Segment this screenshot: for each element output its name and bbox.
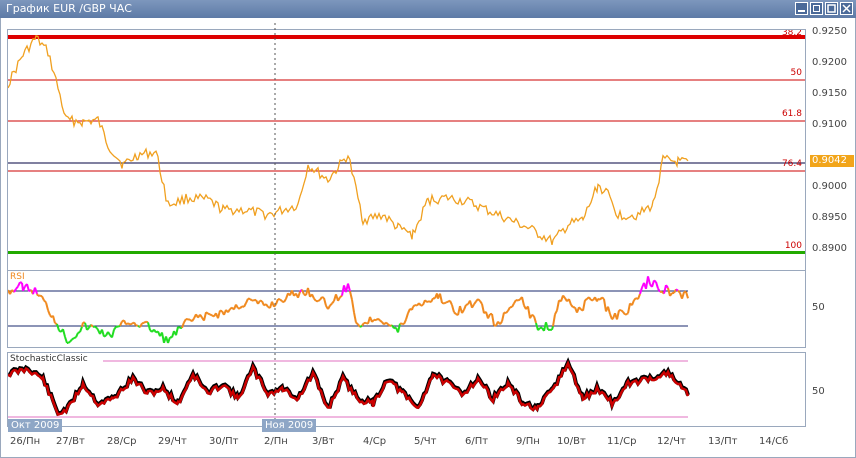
month-label-nov: Ноя 2009: [262, 419, 317, 432]
day-tick: 5/Чт: [414, 436, 437, 447]
day-tick: 29/Чт: [158, 436, 187, 447]
day-tick: 14/Сб: [759, 436, 789, 447]
day-tick: 30/Пт: [209, 436, 239, 447]
day-tick: 13/Пт: [708, 436, 738, 447]
month-label-oct: Окт 2009: [8, 419, 63, 432]
day-tick: 10/Вт: [557, 436, 586, 447]
day-tick: 26/Пн: [10, 436, 41, 447]
day-tick: 4/Ср: [363, 436, 387, 447]
day-tick: 12/Чт: [657, 436, 686, 447]
time-axis: 26/Пн 27/Вт 28/Ср 29/Чт 30/Пт 2/Пн 3/Вт …: [0, 436, 856, 458]
day-tick: 11/Ср: [607, 436, 637, 447]
day-tick: 9/Пн: [516, 436, 540, 447]
day-tick: 6/Пт: [465, 436, 489, 447]
day-tick: 3/Вт: [312, 436, 335, 447]
day-tick: 2/Пн: [264, 436, 288, 447]
day-tick: 27/Вт: [56, 436, 85, 447]
period-separator: [274, 23, 276, 432]
day-tick: 28/Ср: [107, 436, 137, 447]
